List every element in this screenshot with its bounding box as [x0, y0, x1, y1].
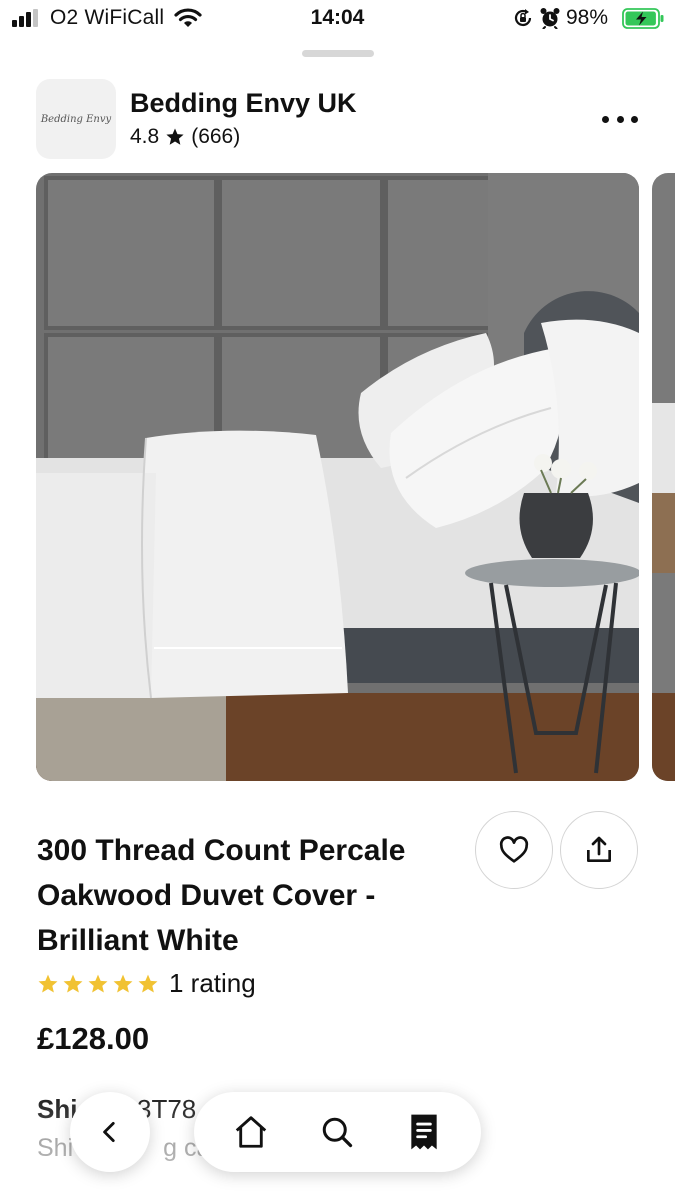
product-rating[interactable]: 1 rating: [37, 968, 256, 999]
rotation-lock-icon: [514, 9, 532, 27]
tab-home[interactable]: [223, 1104, 279, 1160]
battery-icon: [622, 8, 664, 29]
shop-review-count: (666): [191, 125, 241, 148]
shop-logo[interactable]: Bedding Envy: [36, 79, 116, 159]
favorite-button[interactable]: [475, 811, 553, 889]
star-icon: [63, 974, 83, 993]
more-options-button[interactable]: [598, 104, 642, 134]
product-title-line: Oakwood Duvet Cover -: [37, 879, 376, 912]
rating-count: 1 rating: [169, 968, 256, 998]
next-photo-preview: [652, 173, 675, 781]
star-icon: [38, 974, 58, 993]
sheet-grabber[interactable]: [302, 50, 374, 57]
home-icon: [235, 1116, 267, 1148]
star-icon: [88, 974, 108, 993]
battery-percentage: 98%: [566, 6, 609, 29]
tab-purchases[interactable]: [396, 1104, 452, 1160]
back-icon: [103, 1121, 115, 1143]
shipping-subtitle-start: Shi: [37, 1134, 74, 1162]
share-button[interactable]: [560, 811, 638, 889]
product-price: £128.00: [37, 1021, 150, 1056]
heart-icon: [499, 836, 529, 863]
shop-rating-value: 4.8: [130, 125, 160, 148]
shop-rating[interactable]: 4.8 (666): [130, 125, 240, 149]
product-title-line: 300 Thread Count Percale: [37, 834, 406, 867]
tab-search[interactable]: [309, 1104, 365, 1160]
back-button[interactable]: [70, 1092, 150, 1172]
status-bar: O2 WiFiCall 14:04 98%: [0, 0, 675, 40]
star-icon: [166, 128, 184, 145]
star-rating: [37, 973, 159, 995]
tab-bar: [194, 1092, 481, 1172]
product-title: 300 Thread Count Percale Oakwood Duvet C…: [37, 828, 457, 963]
product-image[interactable]: [36, 173, 639, 781]
star-icon: [138, 974, 158, 993]
star-icon: [113, 974, 133, 993]
alarm-icon: [540, 8, 560, 29]
shop-name[interactable]: Bedding Envy UK: [130, 88, 357, 119]
search-icon: [323, 1117, 353, 1148]
more-icon: [602, 115, 609, 123]
product-title-line: Brilliant White: [37, 924, 239, 957]
share-icon: [587, 836, 611, 862]
shop-logo-text: Bedding Envy: [40, 113, 112, 125]
next-product-image[interactable]: [652, 173, 675, 781]
bedroom-photo: [36, 173, 639, 781]
receipt-icon: [411, 1114, 437, 1150]
